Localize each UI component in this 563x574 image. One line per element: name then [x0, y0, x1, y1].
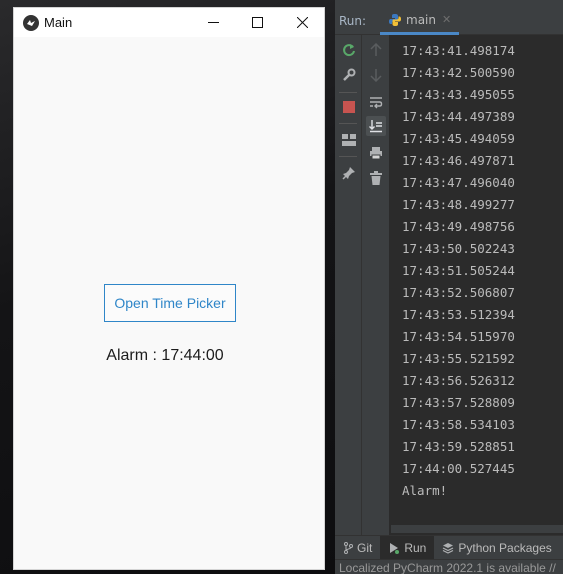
- minimize-icon: [207, 22, 219, 23]
- close-button[interactable]: [279, 8, 325, 37]
- console-line: 17:43:41.498174: [402, 43, 515, 58]
- tab-main[interactable]: main ✕: [380, 7, 460, 35]
- tab-main-label: main: [406, 12, 436, 27]
- tab-close-icon[interactable]: ✕: [442, 13, 451, 26]
- toolbar-separator: [339, 92, 357, 93]
- ide-run-panel: Run: main ✕ 17:43:41.498174 17:43:42.500…: [335, 0, 563, 574]
- horizontal-scrollbar[interactable]: [391, 525, 563, 533]
- console-line-alarm: Alarm!: [402, 483, 448, 498]
- status-bar: Localized PyCharm 2022.1 is available //: [335, 559, 563, 574]
- run-toolbar-left: [335, 35, 362, 535]
- console-line: 17:43:46.497871: [402, 153, 515, 168]
- open-time-picker-button[interactable]: Open Time Picker: [104, 284, 236, 322]
- arrow-up-icon[interactable]: [366, 40, 386, 60]
- console-line: 17:43:55.521592: [402, 351, 515, 366]
- run-toolbar-right: [362, 35, 390, 535]
- console-line: 17:43:58.534103: [402, 417, 515, 432]
- print-icon[interactable]: [366, 143, 386, 163]
- tab-run-label: Run: [404, 540, 427, 555]
- app-window: Main Open Time Picker Alarm : 17:44:00: [13, 7, 325, 570]
- rerun-icon[interactable]: [339, 40, 359, 60]
- close-icon: [296, 17, 308, 28]
- console-line: 17:43:51.505244: [402, 263, 515, 278]
- stop-icon[interactable]: [339, 97, 359, 117]
- python-icon: [389, 13, 401, 26]
- layout-icon[interactable]: [339, 130, 359, 150]
- run-label: Run:: [339, 14, 367, 28]
- trash-icon[interactable]: [366, 168, 386, 188]
- console-line: 17:43:43.495055: [402, 87, 515, 102]
- alarm-label: Alarm : 17:44:00: [106, 347, 224, 364]
- console-line: 17:43:59.528851: [402, 439, 515, 454]
- status-message[interactable]: Localized PyCharm 2022.1 is available //: [339, 561, 556, 574]
- console-line: 17:43:56.526312: [402, 373, 515, 388]
- pin-icon[interactable]: [339, 163, 359, 183]
- console-line: 17:43:49.498756: [402, 219, 515, 234]
- layers-icon: [443, 542, 454, 554]
- console-line: 17:43:48.499277: [402, 197, 515, 212]
- wrench-icon[interactable]: [339, 65, 359, 85]
- console-line: 17:43:53.512394: [402, 307, 515, 322]
- console-line: 17:43:42.500590: [402, 65, 515, 80]
- minimize-button[interactable]: [190, 8, 236, 37]
- run-header: Run: main ✕: [335, 0, 563, 35]
- console-output[interactable]: 17:43:41.498174 17:43:42.500590 17:43:43…: [391, 35, 563, 525]
- soft-wrap-icon[interactable]: [366, 92, 386, 112]
- window-titlebar[interactable]: Main: [14, 8, 324, 37]
- tab-python-packages[interactable]: Python Packages: [434, 536, 559, 560]
- maximize-button[interactable]: [234, 8, 280, 37]
- app-content: Open Time Picker Alarm : 17:44:00: [14, 37, 324, 569]
- console-line: 17:43:47.496040: [402, 175, 515, 190]
- tab-git[interactable]: Git: [335, 536, 380, 560]
- arrow-down-icon[interactable]: [366, 65, 386, 85]
- run-play-icon: [390, 542, 400, 554]
- console-line: 17:43:45.494059: [402, 131, 515, 146]
- console-line: 17:43:52.506807: [402, 285, 515, 300]
- console-line: 17:43:50.502243: [402, 241, 515, 256]
- kivy-logo-icon: [23, 14, 39, 31]
- tab-python-packages-label: Python Packages: [458, 540, 552, 555]
- console-line: 17:44:00.527445: [402, 461, 515, 476]
- window-title: Main: [44, 15, 73, 30]
- console-line: 17:43:54.515970: [402, 329, 515, 344]
- git-branch-icon: [344, 541, 353, 554]
- console-line: 17:43:57.528809: [402, 395, 515, 410]
- tab-run[interactable]: Run: [380, 535, 435, 560]
- scroll-to-end-icon[interactable]: [366, 116, 386, 136]
- toolbar-separator: [339, 123, 357, 124]
- console-line: 17:43:44.497389: [402, 109, 515, 124]
- maximize-icon: [251, 17, 263, 28]
- bottom-tool-tabs: Git Run Python Packages: [335, 535, 563, 560]
- toolbar-separator: [339, 156, 357, 157]
- tab-git-label: Git: [357, 540, 373, 555]
